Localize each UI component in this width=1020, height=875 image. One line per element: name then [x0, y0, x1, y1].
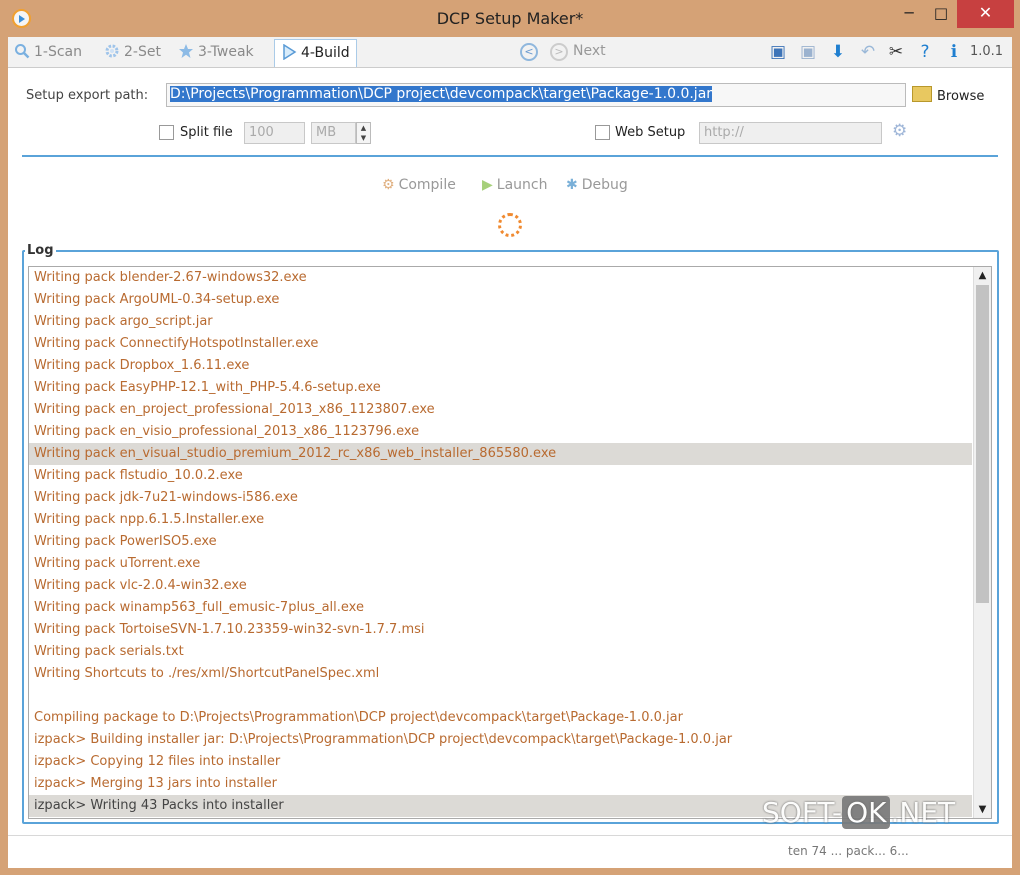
tab-build[interactable]: 4-Build: [274, 39, 357, 67]
status-bar: ten 74 ... pack... 6...: [8, 835, 1012, 868]
log-line: Writing pack ArgoUML-0.34-setup.exe: [34, 292, 280, 307]
chevron-right-icon: >: [554, 45, 564, 58]
tab-scan[interactable]: 1-Scan: [14, 39, 82, 65]
web-url-input[interactable]: http://: [699, 122, 882, 144]
launch-play-icon: ▶: [482, 177, 493, 193]
launch-button[interactable]: ▶ Launch: [482, 177, 547, 193]
save-icon[interactable]: ▣: [768, 42, 788, 62]
compile-button[interactable]: ⚙ Compile: [382, 177, 456, 193]
app-window: DCP Setup Maker* ─ □ ✕ 1-Scan 2-Set 3-Tw…: [0, 0, 1020, 875]
web-setup-label: Web Setup: [615, 125, 686, 140]
log-line: Writing pack jdk-7u21-windows-i586.exe: [34, 490, 298, 505]
save-as-icon[interactable]: ▣: [798, 42, 818, 62]
back-button[interactable]: <: [520, 43, 538, 61]
tab-scan-label: 1-Scan: [34, 44, 82, 60]
scroll-down-icon[interactable]: ▼: [974, 801, 991, 818]
compile-gear-icon: ⚙: [382, 177, 395, 193]
log-line: Writing Shortcuts to ./res/xml/ShortcutP…: [34, 666, 380, 681]
search-icon: [14, 42, 30, 59]
info-icon[interactable]: ℹ: [944, 42, 964, 62]
export-path-value: D:\Projects\Programmation\DCP project\de…: [170, 86, 713, 102]
close-button[interactable]: ✕: [957, 0, 1014, 28]
loading-spinner-icon: [498, 213, 522, 237]
log-line: izpack> Merging 13 jars into installer: [34, 776, 277, 791]
download-icon[interactable]: ⬇: [828, 42, 848, 62]
watermark: SOFT- OK .NET: [762, 796, 955, 829]
web-settings-gear-icon[interactable]: ⚙: [892, 121, 907, 141]
help-icon[interactable]: ?: [915, 42, 935, 62]
split-file-checkbox[interactable]: [159, 125, 174, 140]
watermark-pre: SOFT-: [762, 796, 843, 829]
log-line: Writing pack blender-2.67-windows32.exe: [34, 270, 307, 285]
debug-bug-icon: ✱: [566, 177, 578, 193]
log-line: Writing pack npp.6.1.5.Installer.exe: [34, 512, 265, 527]
browse-label: Browse: [937, 89, 985, 104]
log-line: Compiling package to D:\Projects\Program…: [34, 710, 683, 725]
log-lines: Writing pack blender-2.67-windows32.exe W…: [29, 267, 991, 817]
log-line: izpack> Building installer jar: D:\Proje…: [34, 732, 733, 747]
watermark-box: OK: [842, 796, 891, 829]
tools-icon[interactable]: ✂: [886, 42, 906, 62]
debug-button[interactable]: ✱ Debug: [566, 177, 628, 193]
window-title: DCP Setup Maker*: [436, 9, 584, 28]
log-textarea[interactable]: Writing pack blender-2.67-windows32.exe W…: [28, 266, 992, 819]
folder-icon: [912, 86, 932, 102]
tab-build-label: 4-Build: [301, 45, 350, 61]
log-line: Writing pack serials.txt: [34, 644, 184, 659]
play-triangle-icon: [281, 43, 297, 61]
compile-label: Compile: [398, 177, 456, 193]
browse-button[interactable]: Browse: [912, 86, 984, 104]
gear-icon: [104, 42, 120, 58]
log-line: Writing pack TortoiseSVN-1.7.10.23359-wi…: [34, 622, 425, 637]
log-line: Writing pack flstudio_10.0.2.exe: [34, 468, 243, 483]
web-setup-checkbox[interactable]: [595, 125, 610, 140]
debug-label: Debug: [581, 177, 628, 193]
export-path-input[interactable]: D:\Projects\Programmation\DCP project\de…: [166, 83, 906, 107]
log-title: Log: [25, 243, 56, 258]
log-line: Writing pack en_project_professional_201…: [34, 402, 435, 417]
log-line: Writing pack argo_script.jar: [34, 314, 213, 329]
next-arrow-button[interactable]: >: [550, 43, 568, 61]
title-bar[interactable]: DCP Setup Maker* ─ □ ✕: [0, 0, 1020, 36]
watermark-post: .NET: [890, 796, 956, 829]
launch-label: Launch: [496, 177, 548, 193]
next-label[interactable]: Next: [573, 43, 606, 59]
log-line: Writing pack vlc-2.0.4-win32.exe: [34, 578, 247, 593]
scroll-thumb[interactable]: [976, 285, 989, 603]
tab-tweak[interactable]: 3-Tweak: [178, 39, 254, 65]
split-file-label: Split file: [180, 125, 233, 140]
log-line: Writing pack winamp563_full_emusic-7plus…: [34, 600, 364, 615]
toolbar: 1-Scan 2-Set 3-Tweak 4-Build < > Next ▣ …: [8, 37, 1012, 68]
version-label: 1.0.1: [970, 44, 1004, 59]
log-line: Writing pack en_visual_studio_premium_20…: [29, 443, 972, 465]
star-icon: [178, 42, 194, 58]
log-line: Writing pack ConnectifyHotspotInstaller.…: [34, 336, 319, 351]
scroll-up-icon[interactable]: ▲: [974, 267, 991, 284]
log-scrollbar[interactable]: ▲ ▼: [973, 267, 991, 818]
chevron-left-icon: <: [524, 45, 534, 58]
log-line: izpack> Copying 12 files into installer: [34, 754, 281, 769]
chevron-down-icon: ▼: [360, 134, 367, 142]
tab-tweak-label: 3-Tweak: [198, 44, 254, 60]
status-text: ten 74 ... pack... 6...: [788, 844, 909, 858]
section-divider: [22, 155, 998, 157]
log-line: Writing pack EasyPHP-12.1_with_PHP-5.4.6…: [34, 380, 381, 395]
split-unit-input[interactable]: MB: [311, 122, 356, 144]
unit-stepper[interactable]: ▲ ▼: [356, 122, 371, 144]
log-line: Writing pack uTorrent.exe: [34, 556, 201, 571]
export-path-label: Setup export path:: [26, 88, 149, 103]
main-panel: 1-Scan 2-Set 3-Tweak 4-Build < > Next ▣ …: [8, 37, 1012, 868]
chevron-up-icon: ▲: [360, 124, 367, 132]
tab-set[interactable]: 2-Set: [104, 39, 161, 65]
undo-icon[interactable]: ↶: [858, 42, 878, 62]
log-line: Writing pack Dropbox_1.6.11.exe: [34, 358, 250, 373]
split-size-input[interactable]: 100: [244, 122, 305, 144]
log-line: Writing pack en_visio_professional_2013_…: [34, 424, 420, 439]
log-line: Writing pack PowerISO5.exe: [34, 534, 217, 549]
tab-set-label: 2-Set: [124, 44, 161, 60]
